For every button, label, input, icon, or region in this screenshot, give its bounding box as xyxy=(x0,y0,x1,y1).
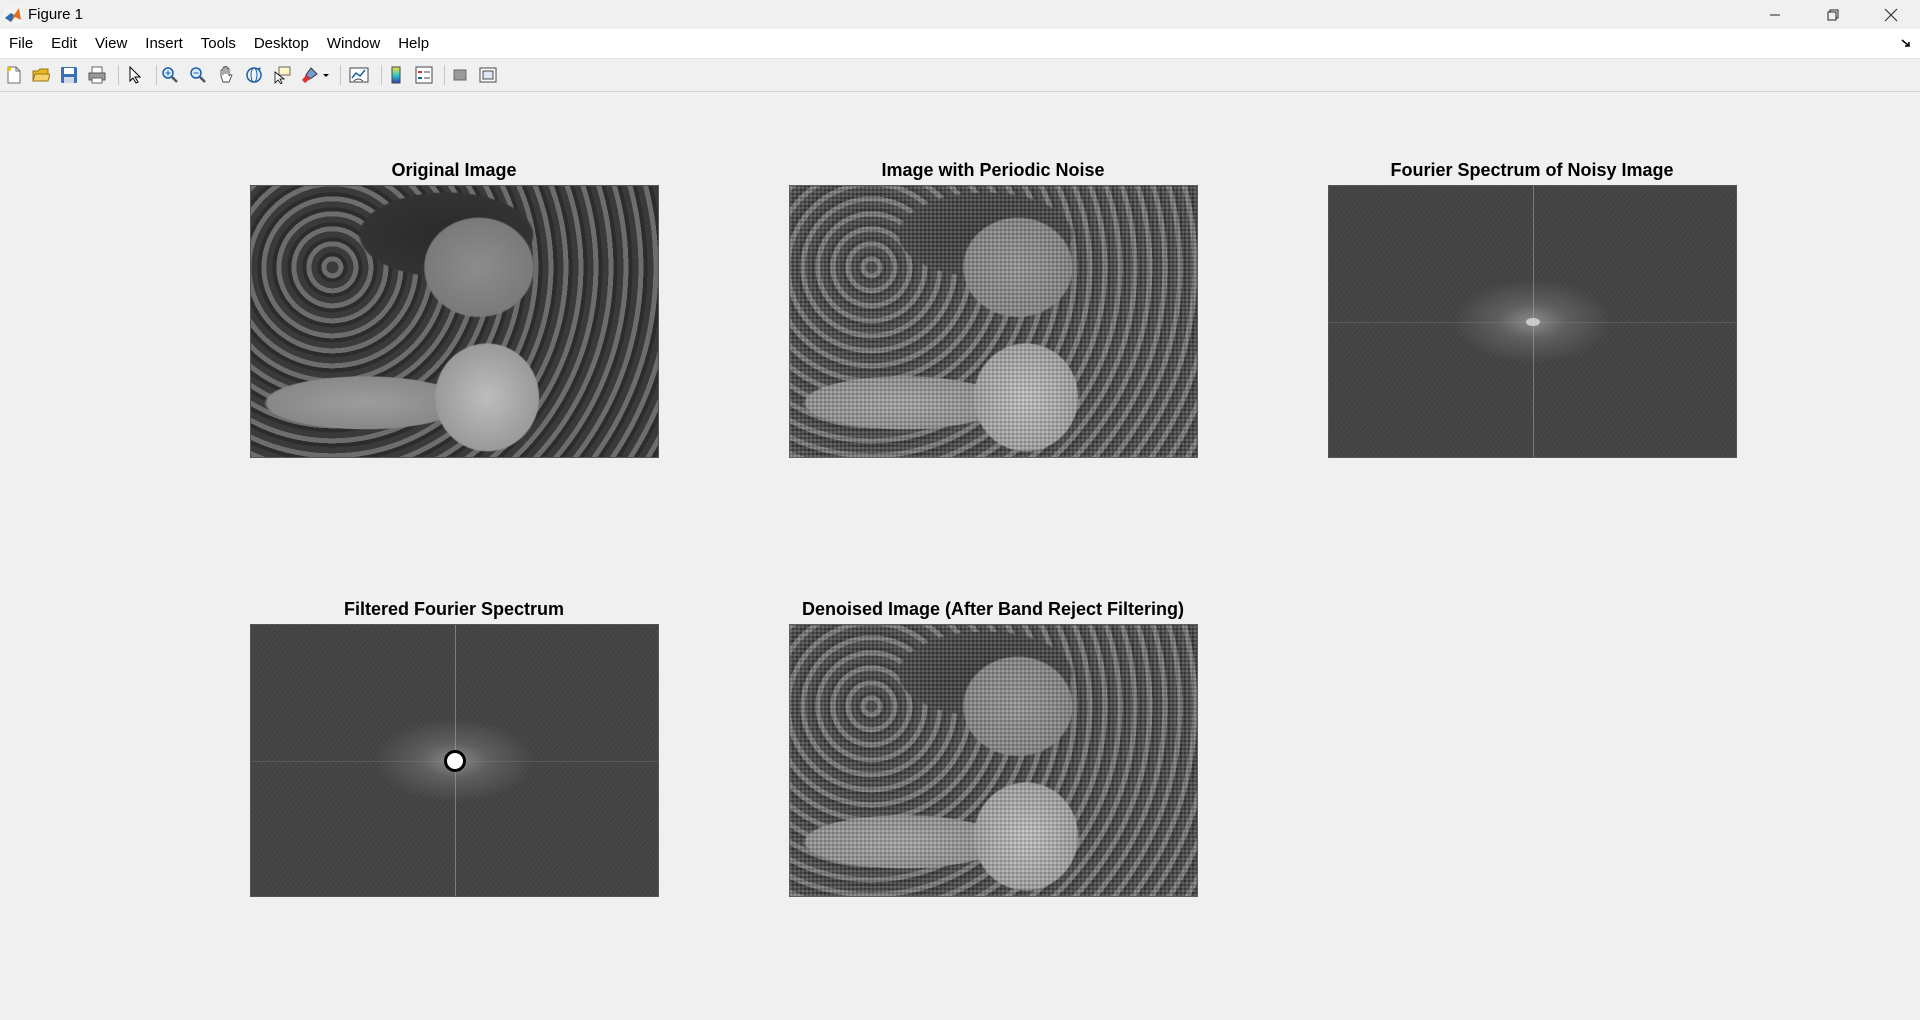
dock-arrow-icon[interactable] xyxy=(1900,37,1912,49)
hide-plot-tools-button[interactable] xyxy=(449,64,471,86)
band-reject-ring xyxy=(443,749,466,772)
subplot-title-denoised: Denoised Image (After Band Reject Filter… xyxy=(801,599,1185,619)
menu-help[interactable]: Help xyxy=(389,29,438,58)
menu-insert[interactable]: Insert xyxy=(136,29,192,58)
save-icon xyxy=(61,67,77,83)
menu-tools[interactable]: Tools xyxy=(192,29,245,58)
minimize-icon xyxy=(1770,14,1780,15)
subplot-title-filtered-spectrum: Filtered Fourier Spectrum xyxy=(343,599,565,619)
data-cursor-button[interactable] xyxy=(271,64,293,86)
window-title: Figure 1 xyxy=(28,6,84,23)
subplot-title-noisy: Image with Periodic Noise xyxy=(881,160,1105,180)
original-image[interactable] xyxy=(250,185,659,458)
new-figure-icon xyxy=(7,66,21,84)
menu-bar: File Edit View Insert Tools Desktop Wind… xyxy=(0,29,1920,59)
denoised-image[interactable] xyxy=(789,624,1198,897)
filtered-spectrum-image[interactable] xyxy=(250,624,659,897)
menu-view[interactable]: View xyxy=(86,29,136,58)
insert-colorbar-button[interactable] xyxy=(385,64,407,86)
rotate-3d-button[interactable] xyxy=(243,64,265,86)
minimize-button[interactable] xyxy=(1746,0,1804,29)
matlab-logo-icon xyxy=(4,5,22,24)
brush-button[interactable] xyxy=(299,64,321,86)
hide-plot-tools-icon xyxy=(453,69,467,81)
pan-hand-icon xyxy=(220,66,233,83)
menu-edit[interactable]: Edit xyxy=(42,29,86,58)
chevron-down-icon xyxy=(323,74,329,77)
open-file-button[interactable] xyxy=(30,64,52,86)
subplot-title-original: Original Image xyxy=(391,160,517,180)
subplot-title-spectrum: Fourier Spectrum of Noisy Image xyxy=(1390,160,1674,180)
close-button[interactable] xyxy=(1862,0,1920,29)
window-titlebar: Figure 1 xyxy=(0,0,1920,29)
close-icon xyxy=(1884,8,1898,21)
zoom-out-icon xyxy=(190,67,206,83)
edit-plot-arrow-icon xyxy=(129,66,142,84)
show-plot-tools-button[interactable] xyxy=(477,64,499,86)
menu-window[interactable]: Window xyxy=(318,29,389,58)
print-icon xyxy=(88,66,106,84)
print-button[interactable] xyxy=(86,64,108,86)
save-button[interactable] xyxy=(58,64,80,86)
spectrum-dc-peak xyxy=(1525,317,1540,326)
zoom-in-button[interactable] xyxy=(159,64,181,86)
open-file-icon xyxy=(32,68,50,82)
restore-button[interactable] xyxy=(1804,0,1862,29)
link-plot-icon xyxy=(349,67,369,83)
rotate-3d-icon xyxy=(246,67,262,83)
zoom-in-icon xyxy=(162,67,178,83)
zoom-out-button[interactable] xyxy=(187,64,209,86)
data-cursor-icon xyxy=(274,66,291,84)
pan-button[interactable] xyxy=(215,64,237,86)
noisy-image[interactable] xyxy=(789,185,1198,458)
insert-colorbar-icon xyxy=(391,66,401,84)
brush-icon xyxy=(302,67,318,83)
new-figure-button[interactable] xyxy=(3,64,25,86)
brush-dropdown-button[interactable] xyxy=(320,64,332,86)
fourier-spectrum-image[interactable] xyxy=(1328,185,1737,458)
show-plot-tools-icon xyxy=(479,67,497,83)
figure-toolbar xyxy=(0,59,1920,92)
menu-file[interactable]: File xyxy=(0,29,42,58)
edit-plot-button[interactable] xyxy=(124,64,146,86)
restore-icon xyxy=(1827,9,1839,20)
insert-legend-button[interactable] xyxy=(413,64,435,86)
link-plot-button[interactable] xyxy=(348,64,370,86)
menu-desktop[interactable]: Desktop xyxy=(245,29,318,58)
insert-legend-icon xyxy=(415,66,433,84)
